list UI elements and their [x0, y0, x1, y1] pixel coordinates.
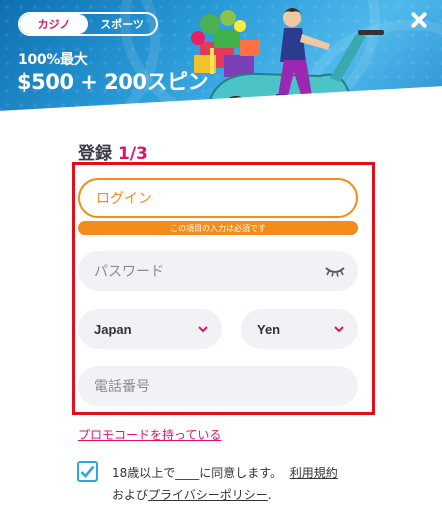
privacy-link[interactable]: プライバシーポリシー: [148, 488, 268, 502]
promo-offer: $500 + 200スピン: [17, 70, 209, 94]
phone-input[interactable]: 電話番号: [78, 366, 358, 406]
currency-select[interactable]: Yen: [241, 309, 358, 349]
product-tabs: カジノ スポーツ: [18, 12, 158, 36]
tab-sports[interactable]: スポーツ: [88, 14, 156, 34]
login-placeholder: ログイン: [96, 190, 152, 206]
eye-closed-icon[interactable]: [325, 265, 345, 277]
country-value: Japan: [94, 321, 132, 337]
agreement-blank: ____: [175, 466, 200, 480]
phone-placeholder: 電話番号: [94, 378, 150, 394]
close-icon[interactable]: [408, 9, 430, 31]
login-error-message: この項目の入力は必須です: [78, 221, 358, 235]
terms-link[interactable]: 利用規約: [290, 466, 338, 480]
chevron-down-icon: [334, 326, 344, 333]
agreement-and: および: [112, 488, 149, 502]
page-title: 登録 1/3: [78, 139, 148, 164]
agreement-middle: に同意します。: [199, 466, 283, 480]
checkmark-icon: [80, 465, 95, 478]
currency-value: Yen: [257, 321, 281, 337]
title-text: 登録: [78, 144, 112, 164]
login-input[interactable]: ログイン: [78, 178, 358, 218]
password-placeholder: パスワード: [94, 263, 164, 279]
promo-code-link[interactable]: プロモコードを持っている: [78, 426, 221, 443]
step-indicator: 1/3: [118, 144, 148, 164]
chevron-down-icon: [198, 326, 208, 333]
agreement-checkbox[interactable]: [77, 461, 98, 482]
agreement-text: 18歳以上で____に同意します。 利用規約およびプライバシーポリシー.: [112, 462, 372, 506]
password-input[interactable]: パスワード: [78, 251, 358, 291]
country-select[interactable]: Japan: [78, 309, 222, 349]
tab-casino[interactable]: カジノ: [20, 14, 88, 34]
agreement-suffix: .: [267, 488, 272, 502]
agreement-prefix: 18歳以上で: [112, 466, 176, 480]
promo-banner: カジノ スポーツ 100%最大 $500 + 200スピン: [0, 0, 442, 132]
